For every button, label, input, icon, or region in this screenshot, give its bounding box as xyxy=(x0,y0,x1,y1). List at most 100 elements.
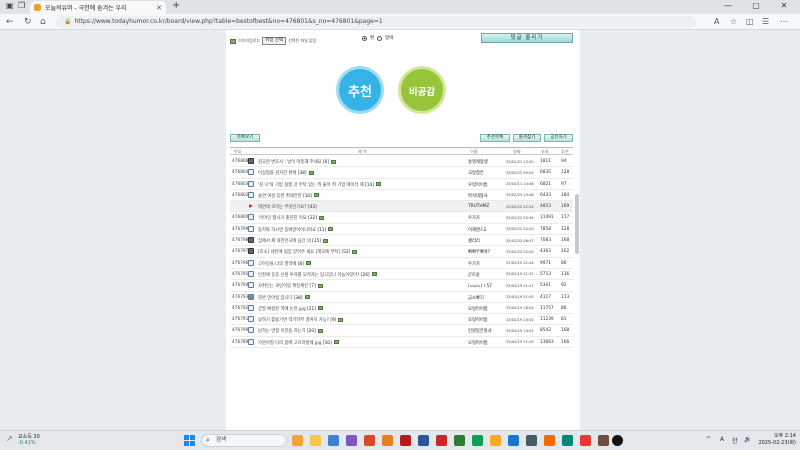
post-author[interactable]: 우가가 xyxy=(468,215,480,221)
post-row[interactable]: 476800 '어머인 행사가 좋한친 미요 [22] 우가가 25/02/22 20… xyxy=(230,212,573,224)
post-row[interactable]: 476795 인천에 응후 선원 투자를 모작자는 답고있니 이놈이었어? [26… xyxy=(230,269,573,281)
non-empathy-button[interactable]: 비공감 xyxy=(398,66,446,114)
taskbar-app-settings-icon[interactable] xyxy=(526,435,537,446)
post-title-link[interactable]: 고이것을 너의 영역에 [8] xyxy=(258,261,311,267)
taskbar-app-office-icon[interactable] xyxy=(364,435,375,446)
post-title-link[interactable]: 가문이형 다리 중에 고프라밥에.jpg [10] xyxy=(258,340,339,346)
tab-actions-icon[interactable]: ❐ xyxy=(18,1,25,10)
post-row[interactable]: 476797 [호소] 네한에 됩엄 받아주 세요 [헤오에 부탁] [52] 빠빠… xyxy=(230,246,573,258)
post-row[interactable]: 476808 김규현 변호사 : 날이 따뜻해 주세요 [6] 송영세왕생 25/02… xyxy=(230,156,573,168)
taskbar-app-edge-icon[interactable] xyxy=(328,435,339,446)
post-row[interactable]: 476804 이상협을 검지한 판례 [38] 국방첩은 25/02/22 09:02… xyxy=(230,167,573,179)
home-icon[interactable]: ⌂ xyxy=(40,16,46,28)
post-title-link[interactable]: 동희와 하시면 동에방이이나파요 [11] xyxy=(258,227,334,233)
post-title-link[interactable]: 김규현 변호사 : 날이 따뜻해 주세요 [6] xyxy=(258,159,337,165)
post-title-link[interactable]: 솔연 여성 등한 취재안한 [10] xyxy=(258,193,319,199)
taskbar-app-store-icon[interactable] xyxy=(346,435,357,446)
maximize-button[interactable]: ▢ xyxy=(744,0,768,13)
post-author[interactable]: 급소빠기 xyxy=(468,295,484,301)
taskbar-app-firefox-icon[interactable] xyxy=(544,435,555,446)
post-title-link[interactable]: 날하기 활용기면 역기하부 결여지 가능? [9] xyxy=(258,317,344,323)
collections-icon[interactable]: ☰ xyxy=(762,16,769,28)
close-window-button[interactable]: ✕ xyxy=(772,0,796,13)
taskbar-app-folder-icon[interactable] xyxy=(490,435,501,446)
taskbar-app-excel-icon[interactable] xyxy=(454,435,465,446)
post-author[interactable]: 이제앤스2 xyxy=(468,227,487,233)
post-row[interactable]: 476799 동희와 하시면 동에방이이나파요 [11] 이제앤스2 25/02/22… xyxy=(230,224,573,236)
system-clock[interactable]: 오후 2:14 2025-02-23(화) xyxy=(756,433,796,447)
radio-bottom[interactable] xyxy=(377,35,383,41)
radio-top[interactable] xyxy=(362,35,367,41)
back-icon[interactable]: ← xyxy=(6,16,14,28)
post-author[interactable]: 국방첩은 xyxy=(468,170,484,176)
read-aloud-icon[interactable]: A xyxy=(714,16,719,28)
post-row[interactable]: 476803 '김 나'의 기업 실행 것 부탁 있는 뭐 불어 취 기업 에이터… xyxy=(230,179,573,190)
taskbar-search[interactable]: ⌕ 검색 xyxy=(201,434,287,447)
taskbar-app-mail-icon[interactable] xyxy=(508,435,519,446)
split-screen-icon[interactable]: ◫ xyxy=(746,16,754,28)
ime-indicator[interactable]: A xyxy=(720,436,724,443)
post-title-link[interactable]: 사취인는 과인이었 확진체킨 [7] xyxy=(258,283,323,289)
share-button[interactable]: 공유하기 xyxy=(544,134,573,142)
tray-chevron-icon[interactable]: ^ xyxy=(706,436,711,443)
post-author[interactable]: 셀러리 xyxy=(468,238,480,244)
file-select-button[interactable]: 파일 선택 xyxy=(262,37,287,45)
scrollbar-thumb[interactable] xyxy=(575,194,579,254)
post-title-link[interactable]: 태연데 오이는 무엇인가요? [43] xyxy=(258,204,317,210)
post-author[interactable]: 송영세왕생 xyxy=(468,159,488,165)
post-author[interactable]: 오렁이이틈 xyxy=(468,317,488,323)
submit-reply-button[interactable]: 댓글 올리기 xyxy=(481,33,573,43)
taskbar-app-player-icon[interactable] xyxy=(612,435,623,446)
post-row[interactable]: 476791 날하기 활용기면 역기하부 결여지 가능? [9] 오렁이이틈 25/0… xyxy=(230,314,573,326)
post-author[interactable]: TRUTHMZ xyxy=(468,204,489,209)
taskbar-app-word-icon[interactable] xyxy=(418,435,429,446)
post-author[interactable]: 오렁이이틈 xyxy=(468,306,488,312)
refresh-icon[interactable]: ↻ xyxy=(24,16,32,28)
stock-widget[interactable]: ↗ 교소득 30 -0.41% xyxy=(6,434,40,446)
bookmark-button[interactable]: 즐겨찾기 xyxy=(513,134,541,142)
page-scrollbar[interactable] xyxy=(575,34,579,424)
post-title-link[interactable]: '김 나'의 기업 실행 것 부탁 있는 뭐 불어 취 기업 에이터 제 [14… xyxy=(258,182,381,188)
taskbar-app-pdf-icon[interactable] xyxy=(400,435,411,446)
more-menu-icon[interactable]: ⋯ xyxy=(780,16,788,28)
taskbar-app-photos-icon[interactable] xyxy=(382,435,393,446)
taskbar-app-media-icon[interactable] xyxy=(436,435,447,446)
language-indicator[interactable]: 한 xyxy=(732,436,738,445)
post-title-link[interactable]: 뭔콘 언어정 입니다 [38] xyxy=(258,295,310,301)
post-row[interactable]: 476794 사취인는 과인이었 확진체킨 [7] (=ω=)ゝ57 25/02/19… xyxy=(230,280,573,292)
post-title-link[interactable]: 궁말 배정된 역에 논란.jpg [21] xyxy=(258,306,323,312)
post-row[interactable]: 태연데 오이는 무엇인가요? [43] TRUTHMZ 25/02/22 22:24… xyxy=(230,201,573,213)
post-author[interactable]: 박석대왕사 xyxy=(468,193,488,199)
post-author[interactable]: 우렁이이틈 xyxy=(468,182,488,188)
start-button[interactable] xyxy=(184,435,195,446)
post-author[interactable]: 우가가 xyxy=(468,261,480,267)
recommend-list-button[interactable]: 추천목록 xyxy=(480,134,510,142)
post-author[interactable]: 오렁이이틈 xyxy=(468,340,488,346)
url-field[interactable]: 🔒 https://www.todayhumor.co.kr/board/view… xyxy=(56,16,696,28)
volume-icon[interactable]: 🔊 xyxy=(744,436,751,443)
post-row[interactable]: 476793 뭔콘 언어정 입니다 [38] 급소빠기 25/02/19 21:05 4… xyxy=(230,292,573,303)
post-author[interactable]: 곤트윤 xyxy=(468,272,480,278)
workspace-icon[interactable]: ▣ xyxy=(6,1,14,10)
post-author[interactable]: 인원있은왕사 xyxy=(468,328,492,334)
taskbar-app-notes-icon[interactable] xyxy=(598,435,609,446)
post-title-link[interactable]: 집에서 제 대한민국에 남긴 의 [15] xyxy=(258,238,329,244)
new-tab-icon[interactable]: + xyxy=(172,0,180,11)
recommend-button[interactable]: 추천 xyxy=(336,66,384,114)
post-title-link[interactable]: 이상협을 검지한 판례 [38] xyxy=(258,170,314,176)
taskbar-app-video-icon[interactable] xyxy=(580,435,591,446)
post-author[interactable]: 빠빠무빠큐? xyxy=(468,249,490,255)
post-row[interactable]: 476790 남하는 면접 이한용 하는가 [20] 인원있은왕사 25/02/19 … xyxy=(230,325,573,337)
favorite-icon[interactable]: ☆ xyxy=(730,16,737,28)
post-title-link[interactable]: [호소] 네한에 됩엄 받아주 세요 [헤오에 부탁] [52] xyxy=(258,249,358,255)
taskbar-app-chrome-icon[interactable] xyxy=(472,435,483,446)
post-title-link[interactable]: 남하는 면접 이한용 하는가 [20] xyxy=(258,328,323,334)
post-row[interactable]: 476789 가문이형 다리 중에 고프라밥에.jpg [10] 오렁이이틈 25/0… xyxy=(230,337,573,349)
close-tab-icon[interactable]: ✕ xyxy=(156,4,162,12)
browser-tab[interactable]: 오늘의유머 - 극한에 숨겨는 우리 ✕ xyxy=(30,1,166,14)
taskbar-app-explorer-icon[interactable] xyxy=(310,435,321,446)
post-author[interactable]: (=ω=)ゝ57 xyxy=(468,283,492,289)
post-title-link[interactable]: '어머인 행사가 좋한친 미요 [22] xyxy=(258,215,324,221)
taskbar-app-teams-icon[interactable] xyxy=(562,435,573,446)
minimize-button[interactable]: — xyxy=(716,0,740,13)
